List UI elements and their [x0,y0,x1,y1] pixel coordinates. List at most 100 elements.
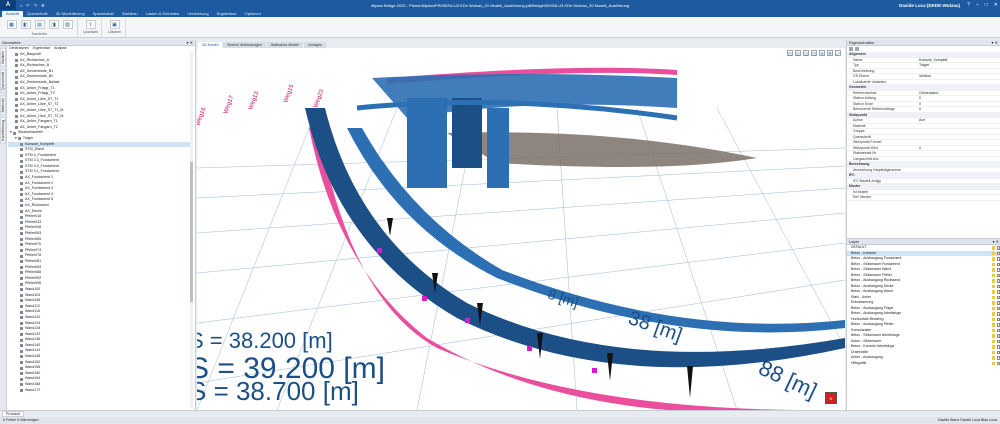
layer-color-swatch[interactable] [991,273,995,277]
zoom-icon[interactable]: ⊕ [819,50,825,56]
layer-visibility-checkbox[interactable] [996,279,1000,283]
maximize-button[interactable]: □ [985,2,988,8]
layer-item[interactable]: Hilfsgrafik [847,361,1000,367]
property-value[interactable]: 0 [917,146,1000,151]
property-value[interactable] [917,69,1000,74]
layer-color-swatch[interactable] [991,284,995,288]
layer-color-swatch[interactable] [991,328,995,332]
property-value[interactable] [917,195,1000,200]
layer-visibility-checkbox[interactable] [996,334,1000,338]
expand-icon[interactable]: ▾ [10,130,12,136]
layer-visibility-checkbox[interactable] [996,361,1000,365]
layer-visibility-checkbox[interactable] [996,317,1000,321]
fullscreen-icon[interactable]: ⤢ [835,50,841,56]
property-value[interactable]: Konsole_Komplett [917,58,1000,63]
delete-button-label[interactable]: Löschen [104,30,125,34]
vtab-materiale[interactable]: Materiale [0,94,6,115]
home-icon[interactable]: ⌂ [20,3,22,8]
layer-visibility-checkbox[interactable] [996,306,1000,310]
view-front-icon[interactable]: ◰ [787,50,793,56]
property-value[interactable]: Ace [917,118,1000,123]
vtab-kabelfuehrung[interactable]: Kabelführung [0,116,6,144]
view-hatch-button[interactable]: ▧ [62,20,73,29]
property-value[interactable] [917,135,1000,140]
scrollbar-thumb[interactable] [190,162,193,302]
expand-icon[interactable]: ▾ [15,136,17,142]
layer-visibility-checkbox[interactable] [996,356,1000,360]
user-name[interactable]: Davide Luca (DKDE-Wutzau) [899,3,960,8]
filter-icon[interactable] [855,47,859,51]
view-right-button[interactable]: ◨ [48,20,59,29]
layer-color-swatch[interactable] [991,339,995,343]
sort-icon[interactable] [849,47,853,51]
layer-color-swatch[interactable] [991,262,995,266]
tab-ergebnisse-left[interactable]: Ergebnisse [33,46,51,51]
property-value[interactable] [917,179,1000,184]
layer-color-swatch[interactable] [991,295,995,299]
layer-visibility-checkbox[interactable] [996,301,1000,305]
redo-icon[interactable]: ↷ [34,3,37,8]
tab-generatoren[interactable]: Generatoren [9,46,29,51]
layer-color-swatch[interactable] [991,301,995,305]
property-value[interactable] [917,168,1000,173]
view-top-icon[interactable]: ◱ [795,50,801,56]
layer-visibility-checkbox[interactable] [996,350,1000,354]
layer-color-swatch[interactable] [991,251,995,255]
3d-viewport[interactable]: S = 39.200 [m] S = 38.700 [m] S = 38.200… [197,48,845,410]
property-value[interactable] [917,190,1000,195]
properties-pin-icon[interactable]: ▾ ✕ [992,40,998,46]
property-value[interactable]: Grünerwand [917,91,1000,96]
settings-icon[interactable]: ⚙ [41,3,45,8]
property-value[interactable]: 0 [917,96,1000,101]
layer-color-swatch[interactable] [991,317,995,321]
tree-item[interactable]: Wand172 [8,388,190,394]
layer-color-swatch[interactable] [991,306,995,310]
layer-color-swatch[interactable] [991,361,995,365]
undo-icon[interactable]: ↶ [26,3,29,8]
view-iso-icon[interactable]: ◳ [811,50,817,56]
layer-color-swatch[interactable] [991,312,995,316]
layer-visibility-checkbox[interactable] [996,328,1000,332]
view-mode-button[interactable]: ▦ [6,20,17,29]
property-value[interactable]: Vertikal [917,74,1000,79]
quadrant-button-label[interactable]: Quadrant [80,30,101,34]
layer-color-swatch[interactable] [991,290,995,294]
layer-visibility-checkbox[interactable] [996,312,1000,316]
tree-scrollbar[interactable] [190,52,193,408]
property-value[interactable] [917,80,1000,85]
minimize-button[interactable]: – [976,2,979,8]
layer-color-swatch[interactable] [991,356,995,360]
layer-visibility-checkbox[interactable] [996,345,1000,349]
help-icon[interactable]: ? [967,2,970,8]
layer-color-swatch[interactable] [991,334,995,338]
navigation-cube[interactable]: N [825,392,837,404]
tab-analyse[interactable]: Analyse [54,46,66,51]
property-value[interactable] [917,124,1000,129]
layer-color-swatch[interactable] [991,257,995,261]
delete-icon[interactable]: ▣ [109,20,120,29]
layer-color-swatch[interactable] [991,246,995,250]
layer-visibility-checkbox[interactable] [996,323,1000,327]
vtab-querschnitt[interactable]: Querschnitt [0,68,6,93]
property-value[interactable] [917,157,1000,162]
property-value[interactable]: 0 [917,107,1000,112]
layer-color-swatch[interactable] [991,350,995,354]
close-button[interactable]: ✕ [994,2,998,8]
property-value[interactable] [917,151,1000,156]
layer-color-swatch[interactable] [991,279,995,283]
layer-visibility-checkbox[interactable] [996,246,1000,250]
layer-visibility-checkbox[interactable] [996,262,1000,266]
layer-color-swatch[interactable] [991,268,995,272]
layer-color-swatch[interactable] [991,323,995,327]
layer-visibility-checkbox[interactable] [996,251,1000,255]
layer-visibility-checkbox[interactable] [996,284,1000,288]
layer-visibility-checkbox[interactable] [996,268,1000,272]
view-list-button[interactable]: ▤ [34,20,45,29]
layer-color-swatch[interactable] [991,345,995,349]
layer-visibility-checkbox[interactable] [996,273,1000,277]
property-value[interactable]: 0 [917,102,1000,107]
property-value[interactable] [917,140,1000,145]
layer-visibility-checkbox[interactable] [996,290,1000,294]
quadrant-icon[interactable]: ⇪ [85,20,96,29]
vtab-bauteile[interactable]: Bauteile [0,48,6,67]
